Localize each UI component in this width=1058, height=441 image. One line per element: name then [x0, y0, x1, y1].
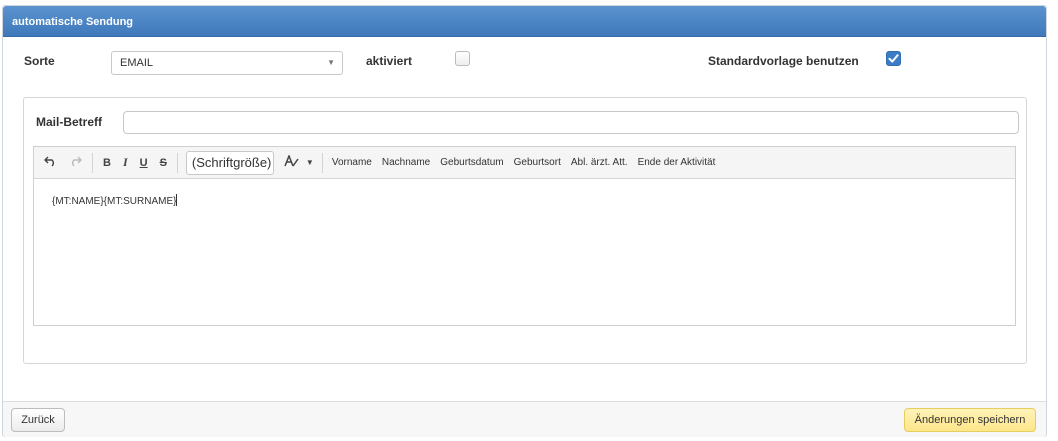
sorte-label: Sorte: [24, 54, 55, 68]
placeholder-attest[interactable]: Abl. ärzt. Att.: [566, 157, 633, 168]
placeholder-vorname[interactable]: Vorname: [327, 157, 377, 168]
dialog-footer: Zurück Änderungen speichern: [3, 401, 1046, 437]
standardvorlage-label: Standardvorlage benutzen: [708, 54, 859, 68]
editor-toolbar: B I U S (Schriftgröße) ▼ ▼ Vorname Nachn…: [34, 147, 1015, 179]
placeholder-geburtsort[interactable]: Geburtsort: [509, 157, 566, 168]
aktiviert-label: aktiviert: [366, 54, 413, 68]
font-size-select[interactable]: (Schriftgröße) ▼: [185, 150, 274, 175]
font-size-value: (Schriftgröße): [191, 155, 272, 170]
undo-icon[interactable]: [38, 156, 63, 170]
bold-button[interactable]: B: [97, 157, 117, 169]
checkmark-icon: [888, 54, 899, 63]
editor-text: {MT:NAME}{MT:SURNAME}: [52, 196, 177, 207]
strikethrough-button[interactable]: S: [154, 157, 173, 169]
mail-betreff-label: Mail-Betreff: [36, 115, 103, 129]
standardvorlage-checkbox[interactable]: [886, 51, 901, 66]
font-color-icon[interactable]: [278, 153, 306, 171]
mail-betreff-input[interactable]: [123, 111, 1019, 134]
redo-icon[interactable]: [63, 156, 88, 170]
rich-text-editor: B I U S (Schriftgröße) ▼ ▼ Vorname Nachn…: [33, 146, 1016, 326]
editor-content[interactable]: {MT:NAME}{MT:SURNAME}: [34, 179, 1015, 207]
placeholder-ende-aktivitaet[interactable]: Ende der Aktivität: [633, 157, 721, 168]
sorte-select[interactable]: EMAIL ▼: [111, 51, 343, 75]
toolbar-divider: [92, 152, 93, 173]
text-cursor: [176, 194, 178, 206]
aktiviert-checkbox[interactable]: [455, 51, 470, 66]
placeholder-nachname[interactable]: Nachname: [377, 157, 435, 168]
color-dropdown-icon[interactable]: ▼: [306, 158, 318, 167]
chevron-down-icon: ▼: [271, 158, 273, 168]
panel-title: automatische Sendung: [3, 6, 1046, 37]
dialog-panel: automatische Sendung Sorte EMAIL ▼ aktiv…: [2, 5, 1047, 437]
chevron-down-icon: ▼: [327, 58, 335, 67]
placeholder-geburtsdatum[interactable]: Geburtsdatum: [435, 157, 508, 168]
back-button[interactable]: Zurück: [11, 408, 65, 432]
sorte-value: EMAIL: [120, 57, 154, 69]
save-changes-button[interactable]: Änderungen speichern: [904, 408, 1036, 432]
toolbar-divider: [176, 152, 178, 173]
italic-button[interactable]: I: [117, 155, 134, 170]
underline-button[interactable]: U: [134, 157, 154, 169]
toolbar-divider: [321, 152, 323, 173]
